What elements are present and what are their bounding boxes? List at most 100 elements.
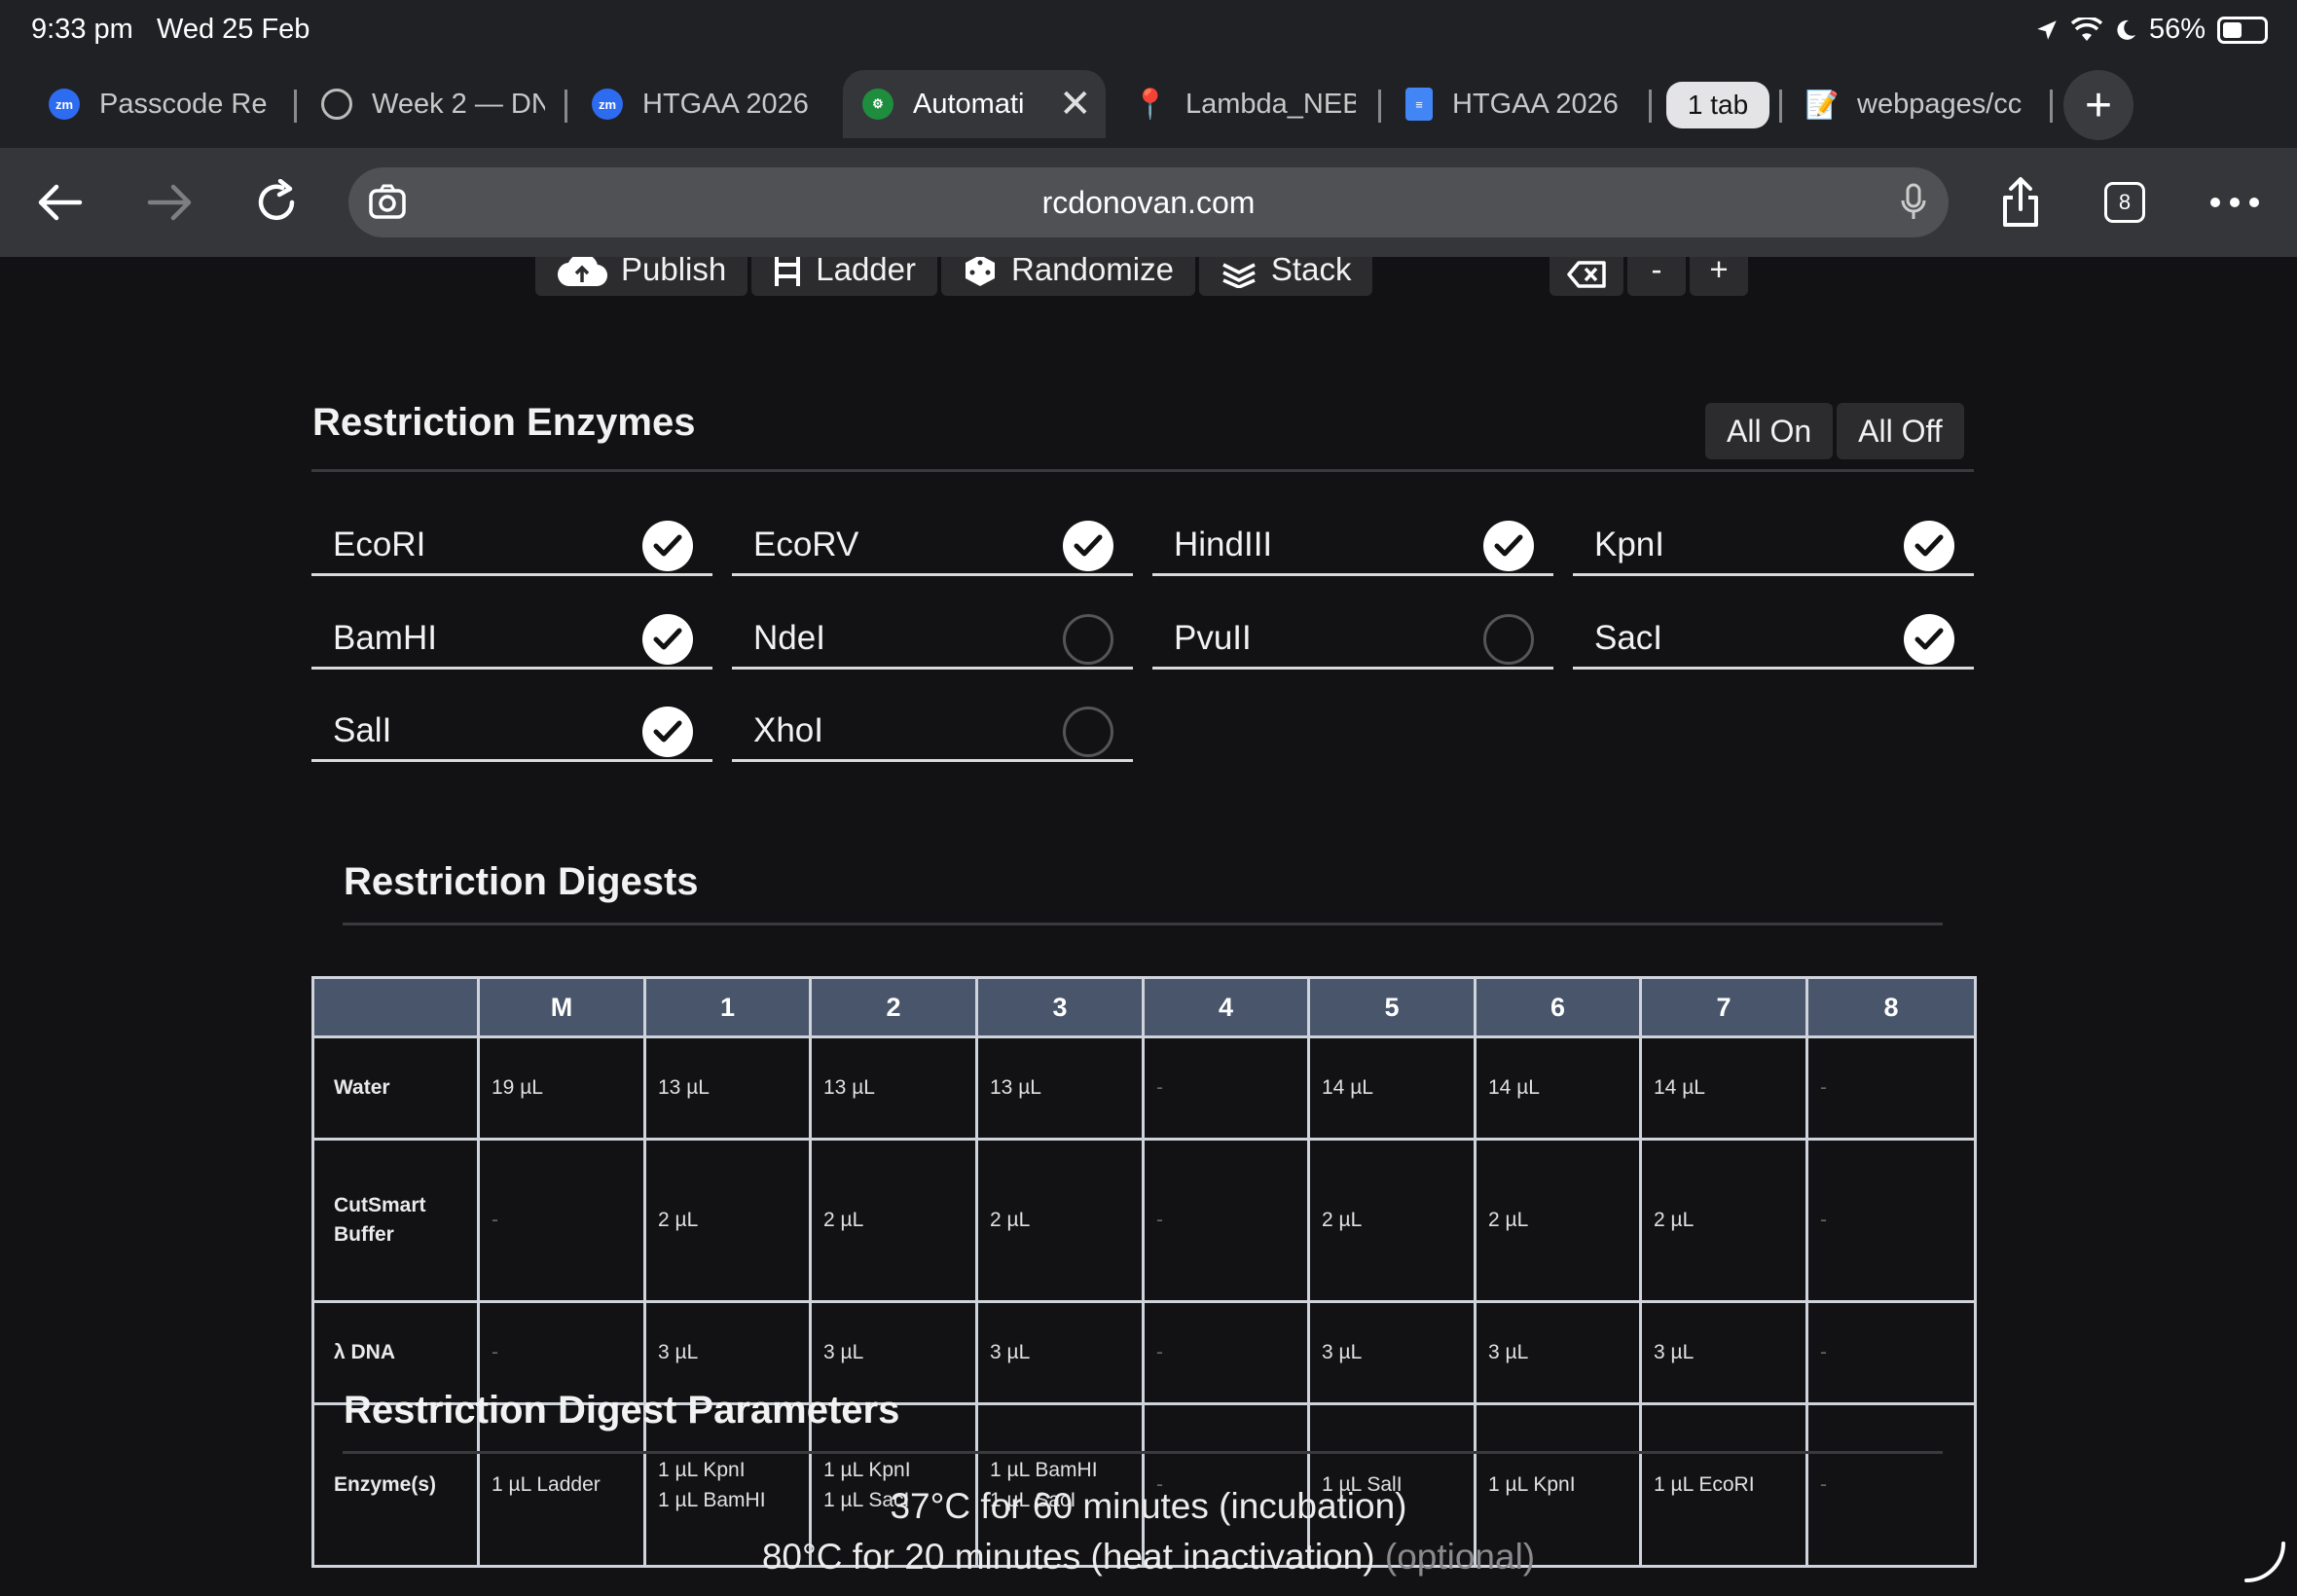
all-on-button[interactable]: All On (1705, 403, 1834, 459)
zoom-icon: zm (592, 89, 623, 120)
tab-passcode[interactable]: zm Passcode Re (49, 70, 273, 138)
tab-group-pill[interactable]: 1 tab (1666, 82, 1769, 128)
enzyme-label: XhoI (753, 711, 823, 749)
new-tab-button[interactable]: + (2063, 70, 2133, 140)
table-cell: - (1805, 1299, 1977, 1405)
zoom-out-button[interactable]: - (1627, 257, 1686, 296)
ladder-button[interactable]: Ladder (751, 257, 937, 296)
table-cell: 13 µL (643, 1035, 812, 1141)
tab-separator (1378, 90, 1381, 123)
reload-icon (258, 179, 295, 221)
section-divider (311, 469, 1974, 472)
checkbox-unchecked[interactable] (1063, 614, 1113, 665)
more-dots-icon (2210, 198, 2259, 207)
more-menu-button[interactable] (2204, 171, 2266, 234)
zoom-in-button[interactable]: + (1690, 257, 1748, 296)
randomize-label: Randomize (1011, 257, 1174, 287)
microphone-icon[interactable] (1900, 183, 1927, 222)
tab-switcher-button[interactable]: 8 (2104, 182, 2145, 223)
share-button[interactable] (1989, 171, 2052, 234)
section-divider (343, 1451, 1943, 1454)
table-cell: 2 µL (809, 1137, 978, 1303)
checkmark-icon (1494, 534, 1523, 557)
checkmark-icon (653, 720, 682, 743)
pin-icon: 📍 (1132, 88, 1169, 121)
enzyme-item-ndei[interactable]: NdeI (732, 605, 1133, 670)
checkbox-checked[interactable] (1904, 614, 1954, 665)
share-icon (2003, 177, 2038, 227)
tab-title: Lambda_NEB (1185, 88, 1356, 120)
checkbox-unchecked[interactable] (1483, 614, 1534, 665)
enzyme-item-kpni[interactable]: KpnI (1573, 512, 1974, 576)
tab-separator (2050, 90, 2053, 123)
randomize-button[interactable]: Randomize (941, 257, 1195, 296)
reload-button[interactable] (245, 171, 308, 234)
enzyme-item-ecorv[interactable]: EcoRV (732, 512, 1133, 576)
checkbox-checked[interactable] (642, 614, 693, 665)
status-bar: 9:33 pm Wed 25 Feb 56% (0, 0, 2297, 60)
checkbox-checked[interactable] (642, 707, 693, 757)
enzyme-item-ecori[interactable]: EcoRI (311, 512, 712, 576)
location-icon (2037, 19, 2057, 40)
table-cell: 14 µL (1307, 1035, 1477, 1141)
back-arrow-icon (38, 184, 83, 221)
enzyme-item-bamhi[interactable]: BamHI (311, 605, 712, 670)
tab-title: Passcode Re (99, 88, 268, 120)
checkbox-checked[interactable] (1904, 521, 1954, 571)
tab-week2[interactable]: Week 2 — DN (321, 70, 545, 138)
enzyme-label: KpnI (1594, 526, 1664, 563)
table-cell: 14 µL (1474, 1035, 1642, 1141)
scroll-resize-icon (2244, 1542, 2285, 1582)
enzyme-label: SalI (333, 711, 392, 749)
tab-separator (1649, 90, 1652, 123)
publish-button[interactable]: Publish (535, 257, 748, 296)
tab-title: webpages/cc (1857, 88, 2023, 120)
digests-section-title: Restriction Digests (344, 860, 699, 903)
stack-label: Stack (1270, 257, 1352, 287)
row-label: Water (311, 1035, 480, 1141)
table-cell: - (1142, 1035, 1310, 1141)
all-off-button[interactable]: All Off (1837, 403, 1964, 459)
lane-header: 4 (1142, 976, 1310, 1038)
stack-button[interactable]: Stack (1198, 257, 1373, 296)
close-tab-icon[interactable]: ✕ (1059, 82, 1092, 127)
tab-htgaa-zoom[interactable]: zm HTGAA 2026 (592, 70, 816, 138)
optional-tag: (optional) (1384, 1537, 1536, 1577)
table-cell: - (1142, 1137, 1310, 1303)
tab-lambda[interactable]: 📍 Lambda_NEB (1132, 70, 1368, 138)
address-bar[interactable]: rcdonovan.com (348, 167, 1949, 237)
tab-htgaa-docs[interactable]: ≡ HTGAA 2026 (1405, 70, 1629, 138)
lane-header: 6 (1474, 976, 1642, 1038)
checkbox-checked[interactable] (642, 521, 693, 571)
table-cell: 2 µL (643, 1137, 812, 1303)
status-indicators: 56% (2034, 14, 2268, 46)
table-cell: - (477, 1137, 646, 1303)
tab-title: HTGAA 2026 (1452, 88, 1619, 120)
tab-webpages[interactable]: 📝 webpages/cc (1805, 70, 2030, 138)
enzyme-item-hindiii[interactable]: HindIII (1152, 512, 1553, 576)
publish-label: Publish (621, 257, 727, 287)
checkbox-unchecked[interactable] (1063, 707, 1113, 757)
enzyme-item-sali[interactable]: SalI (311, 698, 712, 762)
checkbox-checked[interactable] (1483, 521, 1534, 571)
forward-button[interactable] (138, 171, 201, 234)
dice-icon (966, 257, 995, 286)
back-button[interactable] (29, 171, 91, 234)
eraser-button[interactable] (1550, 257, 1623, 296)
status-time-date: 9:33 pm Wed 25 Feb (31, 14, 310, 46)
table-cell: 3 µL (1474, 1299, 1642, 1405)
enzyme-item-pvuii[interactable]: PvuII (1152, 605, 1553, 670)
enzymes-section-title: Restriction Enzymes (312, 401, 696, 444)
tab-separator (565, 90, 567, 123)
tab-automation[interactable]: ⚙ Automati ✕ (843, 70, 1106, 138)
checkmark-icon (1914, 628, 1944, 650)
parameters-section-title: Restriction Digest Parameters (344, 1389, 900, 1432)
enzyme-item-saci[interactable]: SacI (1573, 605, 1974, 670)
table-cell: 2 µL (1307, 1137, 1477, 1303)
enzyme-item-xhoi[interactable]: XhoI (732, 698, 1133, 762)
checkbox-checked[interactable] (1063, 521, 1113, 571)
row-label: CutSmart Buffer (311, 1137, 480, 1303)
digest-header-row: M12345678 (311, 976, 1977, 1038)
ladder-icon (775, 257, 801, 286)
moon-icon (2117, 19, 2135, 40)
